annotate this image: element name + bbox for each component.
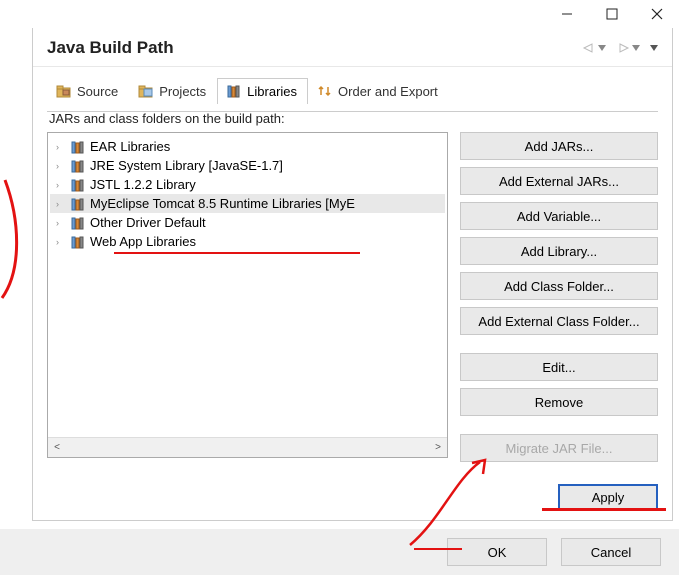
tree-item[interactable]: › JRE System Library [JavaSE-1.7] xyxy=(50,156,445,175)
tab-label: Projects xyxy=(159,84,206,99)
header-row: Java Build Path xyxy=(33,28,672,67)
tree-item-label: JRE System Library [JavaSE-1.7] xyxy=(90,158,283,173)
dialog-footer: OK Cancel xyxy=(0,529,679,575)
library-icon xyxy=(70,235,86,249)
history-nav xyxy=(582,42,658,54)
chevron-right-icon[interactable]: › xyxy=(56,237,66,247)
chevron-right-icon[interactable]: › xyxy=(56,142,66,152)
view-menu-icon[interactable] xyxy=(650,43,658,53)
tree-item-label: Web App Libraries xyxy=(90,234,196,249)
add-class-folder-button[interactable]: Add Class Folder... xyxy=(460,272,658,300)
ok-button[interactable]: OK xyxy=(447,538,547,566)
scroll-track[interactable] xyxy=(66,441,429,455)
window-controls xyxy=(544,0,679,28)
add-variable-button[interactable]: Add Variable... xyxy=(460,202,658,230)
dialog-body: Java Build Path xyxy=(32,28,673,521)
tree-item-label: Other Driver Default xyxy=(90,215,206,230)
migrate-jar-button: Migrate JAR File... xyxy=(460,434,658,462)
tree-item[interactable]: › JSTL 1.2.2 Library xyxy=(50,175,445,194)
tab-label: Order and Export xyxy=(338,84,438,99)
tree-item-label: JSTL 1.2.2 Library xyxy=(90,177,196,192)
libraries-icon xyxy=(226,83,242,99)
projects-folder-icon xyxy=(138,83,154,99)
tree-list[interactable]: › EAR Libraries › JRE System Library [JavaS… xyxy=(48,133,447,437)
back-arrow-icon[interactable] xyxy=(582,42,596,54)
tab-libraries[interactable]: Libraries xyxy=(217,78,308,104)
close-button[interactable] xyxy=(634,0,679,28)
chevron-right-icon[interactable]: › xyxy=(56,218,66,228)
chevron-right-icon[interactable]: › xyxy=(56,199,66,209)
annotation-left-arrow-icon xyxy=(0,180,30,300)
tab-label: Libraries xyxy=(247,84,297,99)
tabs-row: Source Projects Libraries Order and Expo… xyxy=(47,77,658,103)
scroll-right-icon[interactable]: > xyxy=(429,442,447,453)
edit-button[interactable]: Edit... xyxy=(460,353,658,381)
chevron-right-icon[interactable]: › xyxy=(56,180,66,190)
library-icon xyxy=(70,159,86,173)
tab-source[interactable]: Source xyxy=(47,78,129,104)
tree-panel: › EAR Libraries › JRE System Library [JavaS… xyxy=(47,132,448,458)
add-jars-button[interactable]: Add JARs... xyxy=(460,132,658,160)
library-icon xyxy=(70,216,86,230)
minimize-button[interactable] xyxy=(544,0,589,28)
tab-projects[interactable]: Projects xyxy=(129,78,217,104)
content-area: JARs and class folders on the build path… xyxy=(33,111,672,472)
subheading: JARs and class folders on the build path… xyxy=(49,111,658,126)
tab-order-export[interactable]: Order and Export xyxy=(308,78,449,104)
library-icon xyxy=(70,197,86,211)
horizontal-scrollbar[interactable]: < > xyxy=(48,437,447,457)
apply-row: Apply xyxy=(33,472,672,520)
tree-item[interactable]: › EAR Libraries xyxy=(50,137,445,156)
forward-menu-icon[interactable] xyxy=(632,43,640,53)
buttons-column: Add JARs... Add External JARs... Add Var… xyxy=(460,132,658,462)
add-external-jars-button[interactable]: Add External JARs... xyxy=(460,167,658,195)
library-icon xyxy=(70,140,86,154)
forward-arrow-icon[interactable] xyxy=(616,42,630,54)
back-menu-icon[interactable] xyxy=(598,43,606,53)
tree-item[interactable]: › MyEclipse Tomcat 8.5 Runtime Libraries … xyxy=(50,194,445,213)
scroll-left-icon[interactable]: < xyxy=(48,442,66,453)
remove-button[interactable]: Remove xyxy=(460,388,658,416)
tree-item[interactable]: › Other Driver Default xyxy=(50,213,445,232)
annotation-underline-selected xyxy=(114,252,360,254)
tree-item-label: MyEclipse Tomcat 8.5 Runtime Libraries [… xyxy=(90,196,355,211)
apply-button[interactable]: Apply xyxy=(558,484,658,510)
page-title: Java Build Path xyxy=(47,38,582,58)
tree-item[interactable]: › Web App Libraries xyxy=(50,232,445,251)
order-export-icon xyxy=(317,83,333,99)
cancel-button[interactable]: Cancel xyxy=(561,538,661,566)
tree-item-label: EAR Libraries xyxy=(90,139,170,154)
add-external-class-folder-button[interactable]: Add External Class Folder... xyxy=(460,307,658,335)
add-library-button[interactable]: Add Library... xyxy=(460,237,658,265)
annotation-underline-ok xyxy=(414,548,462,550)
library-icon xyxy=(70,178,86,192)
chevron-right-icon[interactable]: › xyxy=(56,161,66,171)
annotation-underline-apply xyxy=(542,508,666,511)
tab-label: Source xyxy=(77,84,118,99)
maximize-button[interactable] xyxy=(589,0,634,28)
source-folder-icon xyxy=(56,83,72,99)
